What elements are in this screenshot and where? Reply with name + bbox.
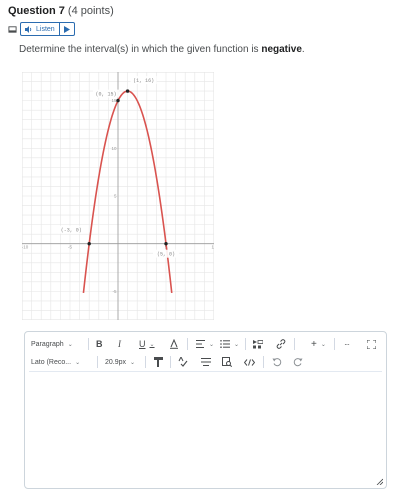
question-prompt: Determine the interval(s) in which the g… bbox=[19, 44, 305, 55]
y-tick-label: 10 bbox=[111, 146, 117, 151]
chevron-down-icon: ⌄ bbox=[320, 341, 326, 348]
underline-button[interactable]: U ⌄ bbox=[139, 334, 155, 354]
undo-button[interactable] bbox=[272, 352, 282, 372]
point-label: (1, 16) bbox=[133, 78, 154, 84]
resize-handle-icon[interactable] bbox=[376, 478, 383, 485]
toolbar-row-2: Lato (Reco... ⌄ 20.9px ⌄ bbox=[25, 352, 386, 372]
expand-icon bbox=[367, 339, 376, 349]
code-icon bbox=[244, 358, 255, 366]
point-label: (-3, 0) bbox=[61, 228, 82, 234]
align-left-icon bbox=[196, 340, 205, 348]
toolbar-separator bbox=[145, 356, 146, 368]
underline-label: U bbox=[139, 339, 146, 349]
chevron-down-icon: ⌄ bbox=[67, 341, 73, 348]
spellcheck-button[interactable] bbox=[178, 352, 188, 372]
bullet-list-icon bbox=[220, 340, 230, 348]
graph-point bbox=[164, 241, 168, 246]
paragraph-dropdown[interactable]: Paragraph ⌄ bbox=[31, 334, 73, 354]
prompt-emphasis: negative bbox=[261, 44, 302, 55]
toolbar-row-1: Paragraph ⌄ B I U ⌄ ⌄ ⌄ + ⌄ ··· bbox=[25, 334, 386, 354]
x-tick-label: -5 bbox=[68, 245, 72, 250]
chevron-down-icon: ⌄ bbox=[234, 341, 240, 348]
toolbar-separator bbox=[245, 338, 246, 350]
list-dropdown[interactable]: ⌄ bbox=[220, 334, 239, 354]
question-points: (4 points) bbox=[67, 5, 114, 17]
more-actions-button[interactable]: ··· bbox=[344, 334, 350, 354]
chevron-down-icon: ⌄ bbox=[149, 341, 155, 348]
y-tick-label: 15 bbox=[111, 98, 117, 103]
toolbar-separator bbox=[294, 338, 295, 350]
paragraph-format-icon bbox=[154, 357, 163, 367]
function-graph: -10-551015105-5 (1, 16)(0, 15)(-3, 0)(5,… bbox=[22, 72, 214, 320]
insert-media-button[interactable] bbox=[253, 334, 263, 354]
source-code-button[interactable] bbox=[244, 352, 255, 372]
media-icon bbox=[253, 339, 263, 348]
listen-toolbar: Listen bbox=[8, 22, 75, 36]
toolbar-separator bbox=[97, 356, 98, 368]
graph-point bbox=[116, 98, 120, 103]
point-label: (0, 15) bbox=[95, 92, 116, 98]
y-tick-label: -5 bbox=[112, 289, 116, 294]
toolbar-separator bbox=[263, 356, 264, 368]
preview-button[interactable] bbox=[222, 352, 232, 372]
link-icon bbox=[276, 339, 286, 349]
redo-icon bbox=[293, 358, 303, 367]
listen-control: Listen bbox=[20, 22, 75, 36]
text-color-icon bbox=[170, 339, 178, 349]
redo-button[interactable] bbox=[293, 352, 303, 372]
font-family-dropdown[interactable]: Lato (Reco... ⌄ bbox=[31, 352, 80, 372]
x-tick-label: -10 bbox=[22, 245, 29, 250]
question-header: Question 7 (4 points) bbox=[8, 5, 114, 17]
toolbar-separator bbox=[170, 356, 171, 368]
toolbar-separator bbox=[334, 338, 335, 350]
play-icon bbox=[63, 25, 70, 33]
more-label: ··· bbox=[344, 339, 350, 349]
graph-point bbox=[125, 89, 130, 93]
fullscreen-button[interactable] bbox=[367, 334, 376, 354]
chevron-down-icon: ⌄ bbox=[209, 341, 215, 348]
chevron-down-icon: ⌄ bbox=[130, 359, 136, 366]
insert-dropdown[interactable]: + ⌄ bbox=[311, 334, 326, 354]
x-tick-label: 10 bbox=[211, 245, 214, 250]
chevron-down-icon: ⌄ bbox=[75, 359, 81, 366]
undo-icon bbox=[272, 358, 282, 367]
preview-icon bbox=[222, 357, 232, 367]
play-button[interactable] bbox=[60, 23, 74, 35]
format-painter-button[interactable] bbox=[154, 352, 163, 372]
align-dropdown[interactable]: ⌄ bbox=[196, 334, 214, 354]
editor-content-area[interactable] bbox=[25, 372, 386, 488]
answer-editor: Paragraph ⌄ B I U ⌄ ⌄ ⌄ + ⌄ ··· Lato (Re… bbox=[24, 331, 387, 489]
prompt-end: . bbox=[301, 44, 305, 55]
plus-label: + bbox=[311, 338, 317, 350]
font-family-label: Lato (Reco... bbox=[31, 358, 72, 366]
readspeaker-icon bbox=[8, 25, 17, 33]
question-title: Question 7 bbox=[8, 5, 65, 17]
listen-button[interactable]: Listen bbox=[21, 23, 60, 35]
text-color-button[interactable] bbox=[169, 334, 179, 354]
italic-button[interactable]: I bbox=[118, 334, 121, 354]
paragraph-label: Paragraph bbox=[31, 340, 64, 348]
italic-label: I bbox=[118, 339, 121, 349]
listen-label: Listen bbox=[36, 25, 55, 33]
font-size-label: 20.9px bbox=[105, 358, 127, 366]
spellcheck-icon bbox=[178, 357, 188, 367]
prompt-text: Determine the interval(s) in which the g… bbox=[19, 44, 262, 55]
toolbar-separator bbox=[187, 338, 188, 350]
bold-button[interactable]: B bbox=[96, 334, 103, 354]
equation-icon bbox=[201, 358, 211, 366]
font-size-dropdown[interactable]: 20.9px ⌄ bbox=[105, 352, 135, 372]
speaker-icon bbox=[25, 25, 32, 33]
insert-equation-button[interactable] bbox=[201, 352, 211, 372]
bold-label: B bbox=[96, 339, 103, 349]
toolbar-separator bbox=[88, 338, 89, 350]
point-label: (5, 0) bbox=[157, 252, 175, 258]
insert-link-button[interactable] bbox=[276, 334, 286, 354]
graph-point bbox=[87, 241, 91, 246]
